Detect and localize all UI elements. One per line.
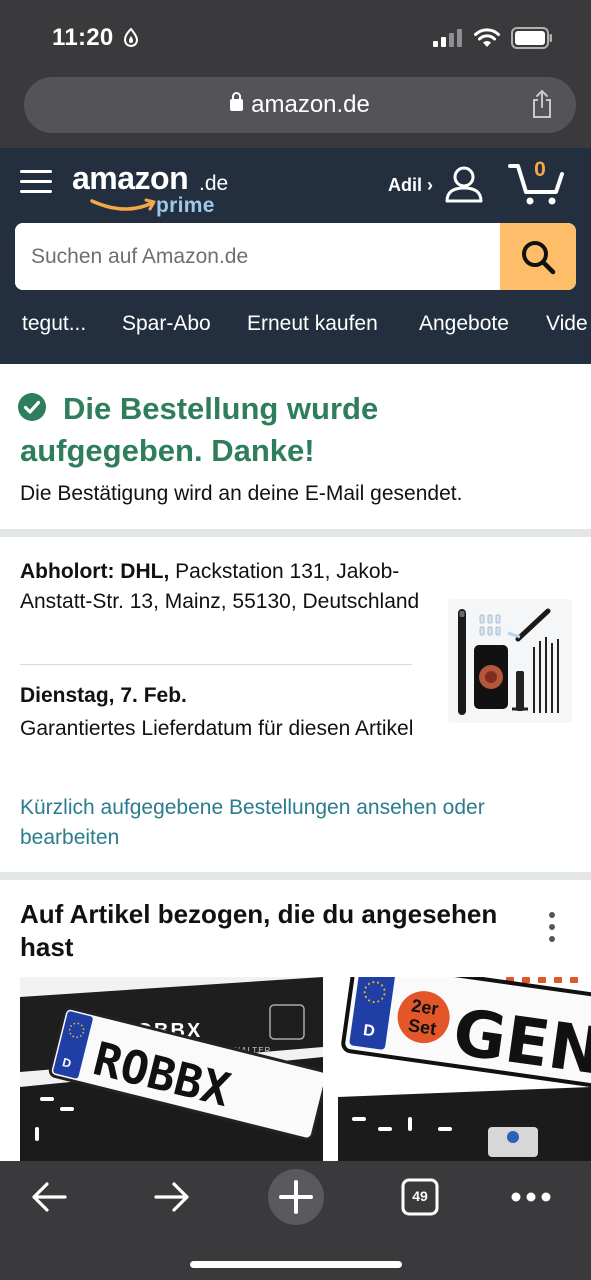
- cellular-signal-icon: [433, 29, 462, 47]
- more-options-icon[interactable]: [546, 910, 558, 944]
- home-indicator: [190, 1261, 402, 1268]
- nav-item-angebote[interactable]: Angebote: [419, 312, 509, 336]
- delivery-divider: [20, 664, 412, 665]
- url-display: amazon.de: [24, 91, 576, 119]
- amazon-prime-logo[interactable]: amazon .de prime: [72, 160, 242, 220]
- location-services-icon: [123, 28, 139, 47]
- search-button[interactable]: [500, 223, 576, 290]
- cart-count: 0: [534, 158, 546, 181]
- plus-circle-icon: [268, 1169, 324, 1225]
- status-icons: [433, 27, 553, 49]
- account-link[interactable]: Adil ›: [388, 175, 433, 196]
- tabs-button[interactable]: 49: [392, 1171, 448, 1223]
- status-time: 11:20: [52, 24, 114, 51]
- smile-arrow-icon: [90, 198, 156, 211]
- share-icon[interactable]: [530, 89, 554, 119]
- search-input[interactable]: [15, 223, 500, 290]
- delivery-guarantee: Garantiertes Lieferdatum für diesen Arti…: [20, 717, 414, 740]
- search-bar: [15, 223, 576, 290]
- more-menu-button[interactable]: [503, 1171, 559, 1223]
- related-products: Auf Artikel bezogen, die du angesehen ha…: [0, 880, 591, 1161]
- menu-icon[interactable]: [20, 168, 52, 196]
- lock-icon: [230, 92, 244, 111]
- battery-icon: [511, 27, 552, 49]
- back-button[interactable]: [21, 1171, 77, 1223]
- delivery-date: Dienstag, 7. Feb.: [20, 684, 187, 707]
- amazon-header: amazon .de prime Adil › 0 tegut... Spar-…: [0, 148, 591, 364]
- plate-country-text-2: D: [362, 1022, 376, 1040]
- order-confirmation: Die Bestellung wurde aufgegeben. Danke! …: [0, 364, 591, 529]
- section-divider: [0, 529, 591, 537]
- url-text: amazon.de: [251, 91, 370, 118]
- nav-item-video[interactable]: Vide: [546, 312, 588, 336]
- ear-camera-kit-image: [448, 599, 572, 723]
- recent-orders-link[interactable]: Kürzlich aufgegebene Bestellungen ansehe…: [20, 793, 560, 853]
- search-icon: [522, 240, 556, 274]
- browser-toolbar: 49: [0, 1161, 591, 1280]
- pickup-label: Abholort: DHL,: [20, 560, 170, 583]
- logo-wordmark: amazon: [72, 160, 189, 196]
- related-title: Auf Artikel bezogen, die du angesehen ha…: [20, 899, 498, 962]
- product-image-ear-cleaner[interactable]: [448, 599, 572, 723]
- forward-button[interactable]: [144, 1171, 200, 1223]
- wifi-icon: [474, 28, 500, 47]
- license-plate-set-image: D 2er Set GEN: [338, 977, 591, 1161]
- confirmation-subtitle: Die Bestätigung wird an deine E-Mail ges…: [20, 482, 463, 505]
- badge-line2: Set: [407, 1015, 438, 1039]
- address-bar[interactable]: amazon.de: [24, 77, 576, 133]
- pickup-location: Abholort: DHL, Packstation 131, Jakob-An…: [20, 557, 420, 617]
- user-icon[interactable]: [444, 164, 484, 204]
- tab-count: 49: [412, 1188, 428, 1204]
- delivery-card: Abholort: DHL, Packstation 131, Jakob-An…: [0, 537, 591, 872]
- nav-item-erneut-kaufen[interactable]: Erneut kaufen: [247, 312, 378, 336]
- logo-tld: .de: [199, 172, 229, 195]
- ellipsis-icon: [511, 1192, 551, 1202]
- confirmation-title: Die Bestellung wurde aufgegeben. Danke!: [20, 391, 379, 468]
- license-plate-holder-image: ROBBX PREMIUM KENNZEICHENHALTER D ROBBX: [20, 977, 323, 1161]
- nav-item-spar-abo[interactable]: Spar-Abo: [122, 312, 211, 336]
- category-nav: tegut... Spar-Abo Erneut kaufen Angebote…: [0, 298, 591, 354]
- logo-prime: prime: [156, 194, 215, 217]
- arrow-left-icon: [32, 1182, 67, 1212]
- browser-top-bar: 11:20 amazon.de: [0, 0, 591, 148]
- product-card-plate-set[interactable]: D 2er Set GEN: [338, 977, 591, 1161]
- arrow-right-icon: [154, 1182, 189, 1212]
- nav-item-tegut[interactable]: tegut...: [22, 312, 86, 336]
- new-tab-button[interactable]: [266, 1167, 326, 1227]
- section-divider: [0, 872, 591, 880]
- product-card-robbx[interactable]: ROBBX PREMIUM KENNZEICHENHALTER D ROBBX: [20, 977, 323, 1161]
